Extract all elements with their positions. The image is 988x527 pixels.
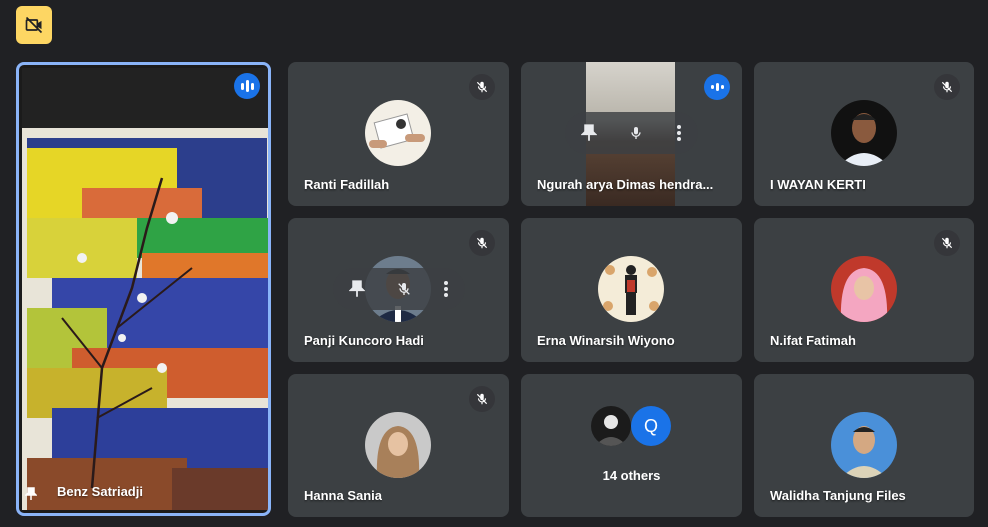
avatar — [591, 406, 631, 446]
others-count-label: 14 others — [602, 468, 661, 483]
avatar: Q — [631, 406, 671, 446]
avatar — [831, 256, 897, 322]
participant-name: N.ifat Fatimah — [770, 333, 856, 348]
mic-off-icon — [934, 74, 960, 100]
camera-off-button[interactable] — [16, 6, 52, 44]
avatar — [365, 412, 431, 478]
participant-name: Benz Satriadji — [57, 484, 143, 499]
avatar — [598, 256, 664, 322]
mic-off-icon — [934, 230, 960, 256]
avatar — [831, 412, 897, 478]
video-off-icon — [25, 16, 43, 34]
participant-name: Ranti Fadillah — [304, 177, 390, 192]
tile-hover-controls — [565, 112, 698, 154]
pin-icon[interactable] — [348, 280, 365, 298]
participant-tile-hanna[interactable]: Hanna Sania — [288, 374, 509, 517]
participant-name: Panji Kuncoro Hadi — [304, 333, 424, 348]
participant-video — [22, 68, 268, 510]
mic-off-icon — [469, 230, 495, 256]
participant-tile-ranti[interactable]: Ranti Fadillah — [288, 62, 509, 206]
participant-name: Erna Winarsih Wiyono — [537, 333, 675, 348]
tile-hover-controls — [333, 268, 465, 310]
microphone-icon[interactable] — [628, 124, 644, 142]
participant-tile-panji[interactable]: Panji Kuncoro Hadi — [288, 218, 509, 362]
mic-off-icon — [469, 74, 495, 100]
avatar — [831, 100, 897, 166]
participant-tile-walidha[interactable]: Walidha Tanjung Files — [754, 374, 974, 517]
mic-off-icon[interactable] — [396, 280, 412, 298]
pin-icon — [25, 487, 37, 500]
participant-name: Ngurah arya Dimas hendra... — [537, 177, 714, 192]
avatar — [365, 100, 431, 166]
participant-tile-wayan[interactable]: I WAYAN KERTI — [754, 62, 974, 206]
participant-tile-benz[interactable]: Benz Satriadji — [16, 62, 271, 516]
participant-name: Hanna Sania — [304, 488, 383, 503]
speaking-indicator-icon — [704, 74, 730, 100]
others-tile[interactable]: Q 14 others — [521, 374, 742, 517]
avatar-letter: Q — [643, 415, 658, 436]
more-options-icon[interactable] — [676, 124, 682, 142]
participant-name: I WAYAN KERTI — [770, 177, 866, 192]
participant-tile-erna[interactable]: Erna Winarsih Wiyono — [521, 218, 742, 362]
participant-tile-ngurah[interactable]: Ngurah arya Dimas hendra... — [521, 62, 742, 206]
speaking-indicator-icon — [234, 73, 260, 99]
participant-name: Walidha Tanjung Files — [770, 488, 906, 503]
more-options-icon[interactable] — [443, 280, 449, 298]
participant-tile-nifat[interactable]: N.ifat Fatimah — [754, 218, 974, 362]
pin-icon[interactable] — [580, 124, 597, 142]
mic-off-icon — [469, 386, 495, 412]
